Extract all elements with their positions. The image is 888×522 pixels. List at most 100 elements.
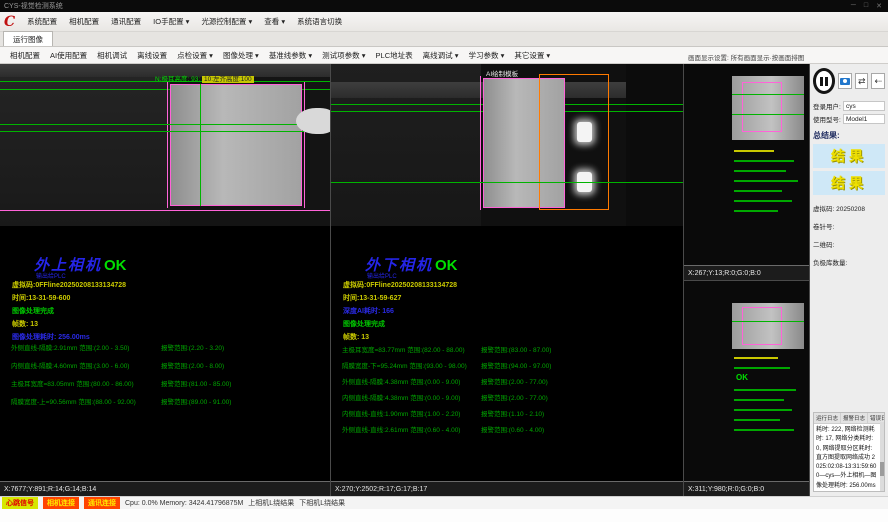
tool-ai-use-config[interactable]: AI使用配置 bbox=[46, 48, 91, 63]
measure-line bbox=[331, 182, 683, 183]
result-box-upper: 结果 bbox=[813, 144, 885, 168]
middle-camera-view[interactable]: AI绘制模板 外下相机OK 输出给PLC 虚拟码:0FFline20250208… bbox=[331, 64, 684, 496]
menu-camera-config[interactable]: 相机配置 bbox=[63, 14, 105, 29]
toolbar: 相机配置 AI使用配置 相机调试 离线设置 点检设置 ▾ 图像处理 ▾ 基准线参… bbox=[0, 47, 888, 64]
mini-roi-box bbox=[742, 307, 782, 345]
cpu-memory-status: Cpu: 0.0% Memory: 3424.41796875M bbox=[125, 500, 243, 507]
alarm-range: 报警范围:(81.00 - 85.00) bbox=[161, 378, 231, 388]
tool-baseline-params[interactable]: 基准线参数 ▾ bbox=[265, 48, 316, 63]
upper-camera-result: 上相机L绕结果 bbox=[248, 498, 294, 508]
app-window: CYS-视觉检测系统 ─ □ ✕ C 系统配置 相机配置 通讯配置 IO手配置 … bbox=[0, 0, 888, 522]
left-camera-image[interactable]: N:极耳高度: 93; 10:左齐高度:100 bbox=[0, 64, 330, 226]
menu-view[interactable]: 查看 ▾ bbox=[258, 14, 291, 29]
switch-view-button[interactable]: ⇄ bbox=[855, 73, 869, 89]
middle-camera-image[interactable]: AI绘制模板 bbox=[331, 64, 683, 226]
annotation-yellow-part: 10:左齐高度:100 bbox=[202, 76, 254, 83]
measure-line bbox=[200, 84, 201, 206]
measurement-value: 内侧直线-直线:1.90mm 范围:(1.00 - 2.20) bbox=[342, 408, 460, 418]
stock-count-label: 负极库数量: bbox=[813, 257, 885, 267]
back-button[interactable]: ⇠ bbox=[871, 73, 885, 89]
login-user-field[interactable]: cys bbox=[843, 101, 885, 111]
left-coords-bar: X:7677;Y:891;R:14;G:14;B:14 bbox=[0, 481, 330, 496]
tool-camera-config[interactable]: 相机配置 bbox=[6, 48, 44, 63]
qrcode-label: 二维码: bbox=[813, 239, 885, 249]
menu-io-config[interactable]: IO手配置 ▾ bbox=[147, 14, 195, 29]
alarm-range: 报警范围:(0.60 - 4.00) bbox=[481, 424, 544, 434]
mini-bottom-coords-bar: X:311;Y:980;R:0;G:0;B:0 bbox=[684, 481, 809, 496]
arrow-left-icon: ⇠ bbox=[874, 76, 882, 87]
roi-line bbox=[304, 82, 305, 208]
ai-roi-box bbox=[539, 74, 609, 210]
measurement-value: 外侧直线-隔膜:4.38mm 范围:(0.00 - 9.00) bbox=[342, 376, 460, 386]
log-box: 运行日志 报警日志 错误日志 耗时: 222, 网络检测耗时: 17, 网络分类… bbox=[813, 412, 885, 492]
tool-spot-check[interactable]: 点检设置 ▾ bbox=[173, 48, 217, 63]
log-tab-alarm[interactable]: 报警日志 bbox=[841, 413, 868, 423]
micro-text-line bbox=[734, 399, 784, 401]
log-tab-run[interactable]: 运行日志 bbox=[814, 413, 841, 423]
login-user-row: 登录用户: cys bbox=[813, 101, 885, 111]
log-scrollbar-thumb[interactable] bbox=[880, 462, 884, 476]
ai-template-annotation: AI绘制模板 bbox=[486, 68, 518, 78]
measurement-value: 内侧直线-隔膜:4.60mm 范围:(3.00 - 6.00) bbox=[11, 360, 129, 370]
tool-test-params[interactable]: 测试项参数 ▾ bbox=[318, 48, 369, 63]
measurement-value: 隔膜宽度-上=90.56mm 范围:(88.00 - 92.00) bbox=[11, 396, 136, 406]
alarm-range: 报警范围:(2.00 - 77.00) bbox=[481, 376, 548, 386]
tool-other-setting[interactable]: 其它设置 ▾ bbox=[510, 48, 554, 63]
log-text: 耗时: 222, 网络检测耗时: 17, 网络分类耗时: 0, 网络提取分区耗时… bbox=[814, 424, 884, 492]
main-area: N:极耳高度: 93; 10:左齐高度:100 外上相机OK 输出给PLC 虚拟… bbox=[0, 64, 888, 496]
model-label: 使用型号: bbox=[813, 114, 843, 124]
info-frames: 帧数: 13 bbox=[343, 332, 369, 342]
mini-status-ok: OK bbox=[736, 373, 748, 382]
window-title: CYS-视觉检测系统 bbox=[0, 1, 851, 11]
pause-button[interactable] bbox=[813, 68, 835, 94]
alarm-range: 报警范围:(2.00 - 77.00) bbox=[481, 392, 548, 402]
menu-language-switch[interactable]: 系统语言切换 bbox=[291, 14, 348, 29]
tool-image-process[interactable]: 图像处理 ▾ bbox=[219, 48, 263, 63]
measurement-value: 外侧直线-隔膜:2.91mm 范围:(2.00 - 3.50) bbox=[11, 342, 129, 352]
status-bar: 心跳信号 相机连接 通讯连接 Cpu: 0.0% Memory: 3424.41… bbox=[0, 496, 888, 509]
model-row: 使用型号: Model1 bbox=[813, 114, 885, 124]
measure-line bbox=[732, 94, 804, 95]
micro-text-line bbox=[734, 170, 786, 172]
left-camera-view[interactable]: N:极耳高度: 93; 10:左齐高度:100 外上相机OK 输出给PLC 虚拟… bbox=[0, 64, 331, 496]
minimize-icon[interactable]: ─ bbox=[851, 2, 856, 10]
panel-buttons: ⇄ ⇠ bbox=[813, 68, 885, 94]
pin-number-label: 卷针号: bbox=[813, 221, 885, 231]
close-icon[interactable]: ✕ bbox=[876, 2, 882, 10]
tool-offline-debug[interactable]: 离线调试 ▾ bbox=[419, 48, 463, 63]
menu-comm-config[interactable]: 通讯配置 bbox=[105, 14, 147, 29]
alarm-range: 报警范围:(94.00 - 97.00) bbox=[481, 360, 551, 370]
measurement-value: 隔膜宽度-下=95.24mm 范围:(93.00 - 98.00) bbox=[342, 360, 467, 370]
alarm-range: 报警范围:(2.00 - 8.00) bbox=[161, 360, 224, 370]
alarm-range: 报警范围:(83.00 - 87.00) bbox=[481, 344, 551, 354]
tool-camera-debug[interactable]: 相机调试 bbox=[93, 48, 131, 63]
plc-note: 输出给PLC bbox=[367, 271, 397, 280]
tool-offline-setting[interactable]: 离线设置 bbox=[133, 48, 171, 63]
info-ai-elapsed: 深度AI耗时: 166 bbox=[343, 306, 394, 316]
menu-light-config[interactable]: 光源控制配置 ▾ bbox=[195, 14, 258, 29]
info-elapsed: 图像处理耗时: 256.00ms bbox=[12, 332, 90, 342]
tab-run-image[interactable]: 运行图像 bbox=[3, 31, 53, 46]
micro-text-line bbox=[734, 367, 790, 369]
mini-view-top[interactable]: X:267;Y:13;R:0;G:0;B:0 bbox=[684, 64, 809, 281]
info-vcode: 虚拟码:0FFline20250208133134728 bbox=[343, 280, 457, 290]
micro-text-line bbox=[734, 190, 782, 192]
maximize-icon[interactable]: □ bbox=[864, 2, 868, 10]
menu-system-config[interactable]: 系统配置 bbox=[21, 14, 63, 29]
model-field[interactable]: Model1 bbox=[843, 114, 885, 124]
glove-shape bbox=[296, 108, 330, 134]
tool-learn-params[interactable]: 学习参数 ▾ bbox=[464, 48, 508, 63]
micro-text-line bbox=[734, 200, 792, 202]
log-scrollbar[interactable] bbox=[880, 422, 884, 491]
camera-capture-button[interactable] bbox=[838, 73, 852, 89]
mini-view-bottom[interactable]: OK X:311;Y:980;R:0;G:0;B:0 bbox=[684, 281, 809, 497]
micro-text-line bbox=[734, 180, 798, 182]
info-done: 图像处理完成 bbox=[12, 306, 54, 316]
tool-plc-address[interactable]: PLC地址表 bbox=[372, 48, 417, 63]
measurement-value: 主极耳宽度=83.77mm 范围:(82.00 - 88.00) bbox=[342, 344, 465, 354]
mini-top-coords-bar: X:267;Y:13;R:0;G:0;B:0 bbox=[684, 265, 809, 280]
micro-text-line bbox=[734, 429, 794, 431]
total-result-label: 总结果: bbox=[813, 130, 885, 141]
right-panel: ⇄ ⇠ 登录用户: cys 使用型号: Model1 总结果: 结果 结果 虚拟… bbox=[810, 64, 888, 496]
info-vcode: 虚拟码:0FFline20250208133134728 bbox=[12, 280, 126, 290]
